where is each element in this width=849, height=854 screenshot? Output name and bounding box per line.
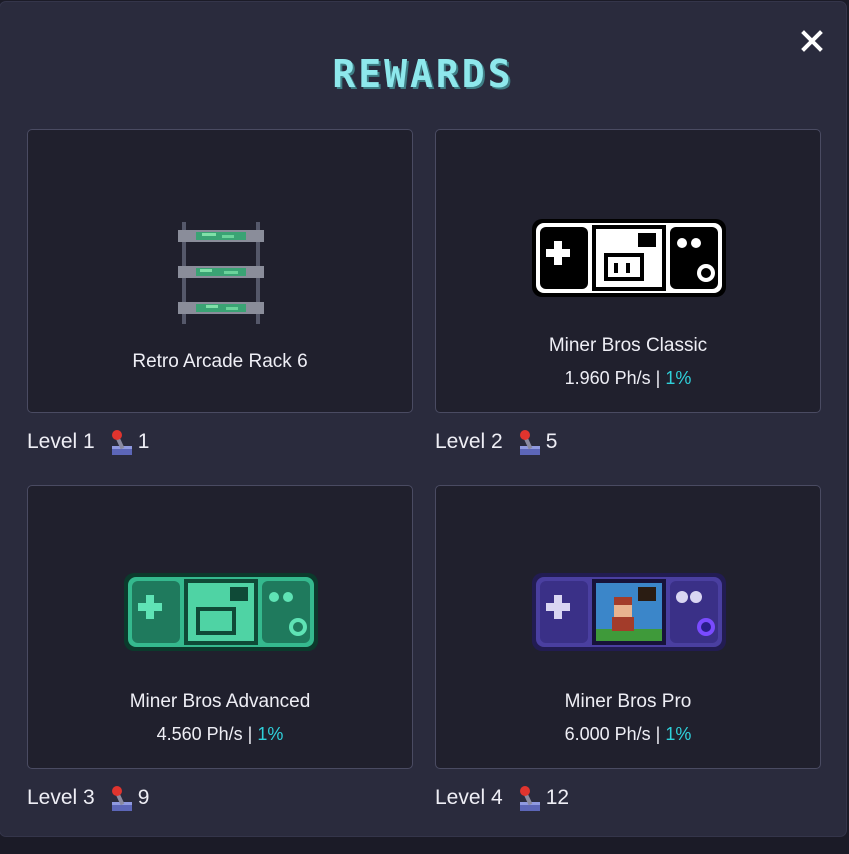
joystick-icon — [519, 786, 540, 811]
reward-name: Miner Bros Classic — [548, 335, 708, 356]
level-row: Level 4 12 — [435, 783, 569, 813]
hashrate: 1.960 Ph/s — [564, 368, 651, 388]
reward-name: Miner Bros Advanced — [129, 691, 311, 712]
handheld-pro-icon — [532, 573, 726, 651]
level-row: Level 1 1 — [27, 427, 149, 457]
bonus-percent: 1% — [257, 724, 284, 744]
level-row: Level 2 5 — [435, 427, 557, 457]
level-count: 12 — [545, 786, 570, 809]
joystick-icon — [111, 430, 132, 455]
joystick-icon — [519, 430, 540, 455]
rack-icon — [178, 222, 264, 324]
level-count: 9 — [137, 786, 150, 809]
handheld-classic-icon — [532, 219, 726, 297]
separator: | — [650, 368, 666, 388]
separator: | — [650, 724, 666, 744]
level-label: Level 3 — [27, 786, 95, 809]
reward-name: Retro Arcade Rack 6 — [132, 351, 308, 372]
reward-stats: 1.960 Ph/s | 1% — [436, 368, 820, 389]
reward-card-level-2[interactable]: Miner Bros Classic 1.960 Ph/s | 1% — [435, 129, 821, 413]
level-label: Level 2 — [435, 430, 503, 453]
rewards-modal: REWARDS Retro Arcade Rack 6 Miner Bros C… — [0, 2, 846, 836]
joystick-icon — [111, 786, 132, 811]
reward-name: Miner Bros Pro — [564, 691, 692, 712]
hashrate: 6.000 Ph/s — [564, 724, 651, 744]
hashrate: 4.560 Ph/s — [156, 724, 243, 744]
separator: | — [242, 724, 258, 744]
level-row: Level 3 9 — [27, 783, 149, 813]
reward-card-level-3[interactable]: Miner Bros Advanced 4.560 Ph/s | 1% — [27, 485, 413, 769]
level-count: 1 — [137, 430, 150, 453]
modal-title: REWARDS — [332, 52, 514, 96]
bonus-percent: 1% — [665, 724, 692, 744]
level-label: Level 1 — [27, 430, 95, 453]
reward-stats: 6.000 Ph/s | 1% — [436, 724, 820, 745]
reward-card-level-4[interactable]: Miner Bros Pro 6.000 Ph/s | 1% — [435, 485, 821, 769]
bonus-percent: 1% — [665, 368, 692, 388]
handheld-advanced-icon — [124, 573, 318, 651]
level-label: Level 4 — [435, 786, 503, 809]
reward-card-level-1[interactable]: Retro Arcade Rack 6 — [27, 129, 413, 413]
level-count: 5 — [545, 430, 558, 453]
reward-stats: 4.560 Ph/s | 1% — [28, 724, 412, 745]
close-icon[interactable] — [798, 27, 826, 55]
